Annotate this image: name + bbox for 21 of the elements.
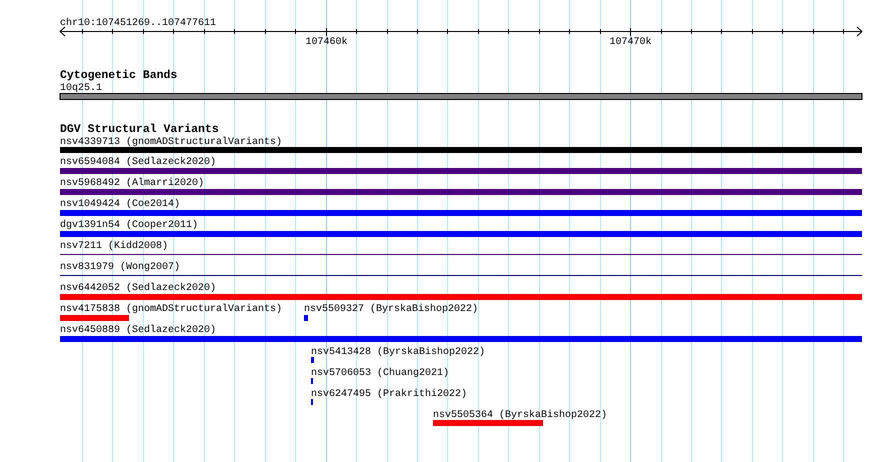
tick-label: 107460k xyxy=(306,37,348,48)
variant-label: nsv6450889 (Sedlazeck2020) xyxy=(60,325,216,336)
variant-label: nsv7211 (Kidd2008) xyxy=(60,241,168,252)
variant-label: nsv6442052 (Sedlazeck2020) xyxy=(60,283,216,294)
variant-label: nsv5968492 (Almarri2020) xyxy=(60,178,204,189)
variant-label: nsv4175838 (gnomADStructuralVariants) xyxy=(60,304,282,315)
track-title: DGV Structural Variants xyxy=(60,123,219,136)
range-label: chr10:107451269..107477611 xyxy=(60,18,216,29)
variant-label: nsv6247495 (Prakrithi2022) xyxy=(311,389,468,400)
band-label: 10q25.1 xyxy=(60,83,102,94)
variant-label: dgv1391n54 (Cooper2011) xyxy=(60,220,198,231)
variant-label: nsv5706053 (Chuang2021) xyxy=(311,368,450,379)
variant-label: nsv831979 (Wong2007) xyxy=(60,262,180,273)
variant-label: nsv6594084 (Sedlazeck2020) xyxy=(60,157,216,168)
variant-label: nsv1049424 (Coe2014) xyxy=(60,199,180,210)
tick-label: 107470k xyxy=(610,37,652,48)
variant-label: nsv5509327 (ByrskaBishop2022) xyxy=(304,304,478,315)
variant-label: nsv5505364 (ByrskaBishop2022) xyxy=(433,410,608,421)
variant-label: nsv4339713 (gnomADStructuralVariants) xyxy=(60,137,282,148)
variant-label: nsv5413428 (ByrskaBishop2022) xyxy=(311,347,486,358)
track-title: Cytogenetic Bands xyxy=(60,69,178,82)
